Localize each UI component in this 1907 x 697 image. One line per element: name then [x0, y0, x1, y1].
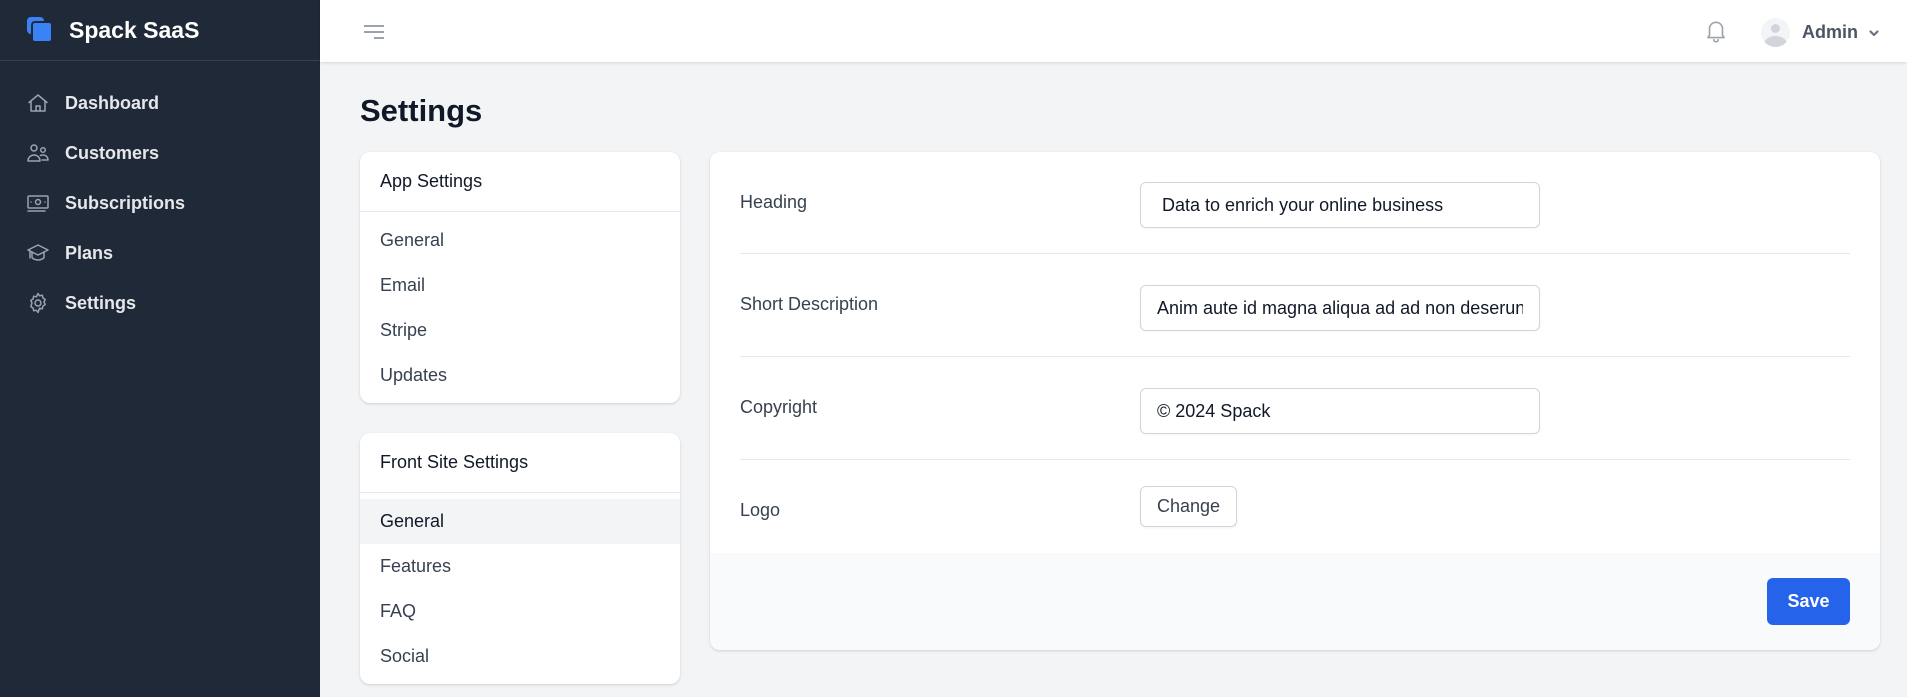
short-description-input[interactable]: [1140, 285, 1540, 331]
short-description-label: Short Description: [740, 294, 879, 314]
save-button[interactable]: Save: [1767, 578, 1850, 625]
user-name: Admin: [1802, 21, 1858, 42]
sidebar-item-plans[interactable]: Plans: [0, 228, 320, 278]
avatar: [1761, 17, 1790, 47]
app-name: Spack SaaS: [69, 16, 200, 43]
general-settings-form: Heading Short Description Copyright Logo…: [710, 152, 1880, 650]
heading-row: Heading: [740, 152, 1850, 254]
bell-icon[interactable]: [1703, 18, 1729, 44]
front-site-settings-menu: Front Site Settings General Features FAQ…: [360, 433, 680, 684]
copyright-row: Copyright: [740, 357, 1850, 460]
app-settings-updates[interactable]: Updates: [360, 353, 680, 398]
menu-list: General Email Stripe Updates: [360, 212, 680, 398]
sidebar-item-customers[interactable]: Customers: [0, 128, 320, 178]
gear-icon: [26, 291, 50, 315]
front-site-features[interactable]: Features: [360, 544, 680, 589]
chevron-down-icon: [1868, 26, 1880, 38]
brand[interactable]: Spack SaaS: [0, 0, 320, 61]
heading-label: Heading: [740, 192, 808, 212]
sidebar-item-dashboard[interactable]: Dashboard: [0, 78, 320, 128]
page-title: Settings: [360, 93, 483, 128]
app-settings-menu: App Settings General Email Stripe Update…: [360, 152, 680, 403]
home-icon: [26, 91, 50, 115]
top-header: Admin: [320, 0, 1907, 62]
menu-heading: App Settings: [360, 152, 680, 212]
front-site-social[interactable]: Social: [360, 634, 680, 679]
sidebar-item-label: Plans: [65, 242, 114, 263]
app-settings-stripe[interactable]: Stripe: [360, 308, 680, 353]
front-site-general[interactable]: General: [360, 499, 680, 544]
sidebar-item-label: Settings: [65, 292, 137, 313]
front-site-faq[interactable]: FAQ: [360, 589, 680, 634]
short-description-row: Short Description: [740, 254, 1850, 357]
logo-icon: [27, 17, 53, 43]
user-menu[interactable]: Admin: [1761, 17, 1880, 47]
copyright-input[interactable]: [1140, 388, 1540, 434]
sidebar-item-label: Subscriptions: [65, 192, 186, 213]
menu-list: General Features FAQ Social: [360, 493, 680, 679]
sidebar: Spack SaaS Dashboard Customers Subscript…: [0, 0, 320, 697]
sidebar-item-label: Customers: [65, 142, 160, 163]
sidebar-item-settings[interactable]: Settings: [0, 278, 320, 328]
sidebar-nav: Dashboard Customers Subscriptions Plans …: [0, 61, 320, 328]
menu-icon[interactable]: [362, 23, 384, 39]
form-footer: Save: [710, 553, 1880, 650]
sidebar-item-label: Dashboard: [65, 92, 160, 113]
menu-heading: Front Site Settings: [360, 433, 680, 493]
logo-row: Logo Change: [740, 460, 1850, 553]
app-settings-general[interactable]: General: [360, 218, 680, 263]
heading-input[interactable]: [1140, 182, 1540, 228]
change-logo-button[interactable]: Change: [1140, 486, 1238, 527]
academic-cap-icon: [26, 241, 50, 265]
logo-label: Logo: [740, 500, 781, 520]
banknotes-icon: [26, 191, 50, 215]
copyright-label: Copyright: [740, 397, 818, 417]
sidebar-item-subscriptions[interactable]: Subscriptions: [0, 178, 320, 228]
app-settings-email[interactable]: Email: [360, 263, 680, 308]
users-icon: [26, 141, 50, 165]
